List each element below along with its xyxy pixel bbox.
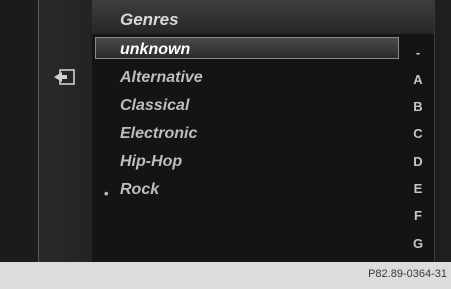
alpha-index-g[interactable]: G [410, 236, 426, 251]
left-panel [38, 0, 93, 262]
list-item-rock[interactable]: Rock [120, 181, 159, 199]
list-item-classical[interactable]: Classical [120, 97, 189, 115]
back-icon[interactable] [52, 68, 76, 86]
left-edge-strip [0, 0, 38, 262]
current-genre-bullet: • [104, 186, 109, 201]
alpha-index-a[interactable]: A [410, 72, 426, 87]
figure-footer: P82.89-0364-31 [0, 262, 451, 289]
page-title: Genres [120, 10, 179, 29]
alpha-index-f[interactable]: F [410, 208, 426, 223]
alpha-index-c[interactable]: C [410, 126, 426, 141]
alpha-index-dash[interactable]: - [410, 45, 426, 60]
list-item-hip-hop[interactable]: Hip-Hop [120, 153, 182, 171]
alpha-index-e[interactable]: E [410, 181, 426, 196]
list-item-alternative[interactable]: Alternative [120, 69, 203, 87]
left-panel-divider [38, 0, 39, 262]
figure-code: P82.89-0364-31 [368, 268, 447, 280]
media-display: Genres unknown Alternative Classical Ele… [0, 0, 451, 262]
list-item-electronic[interactable]: Electronic [120, 125, 197, 143]
list-item-unknown[interactable]: unknown [120, 41, 190, 59]
alpha-index-b[interactable]: B [410, 99, 426, 114]
right-edge-bar [434, 0, 451, 262]
alpha-index-d[interactable]: D [410, 154, 426, 169]
